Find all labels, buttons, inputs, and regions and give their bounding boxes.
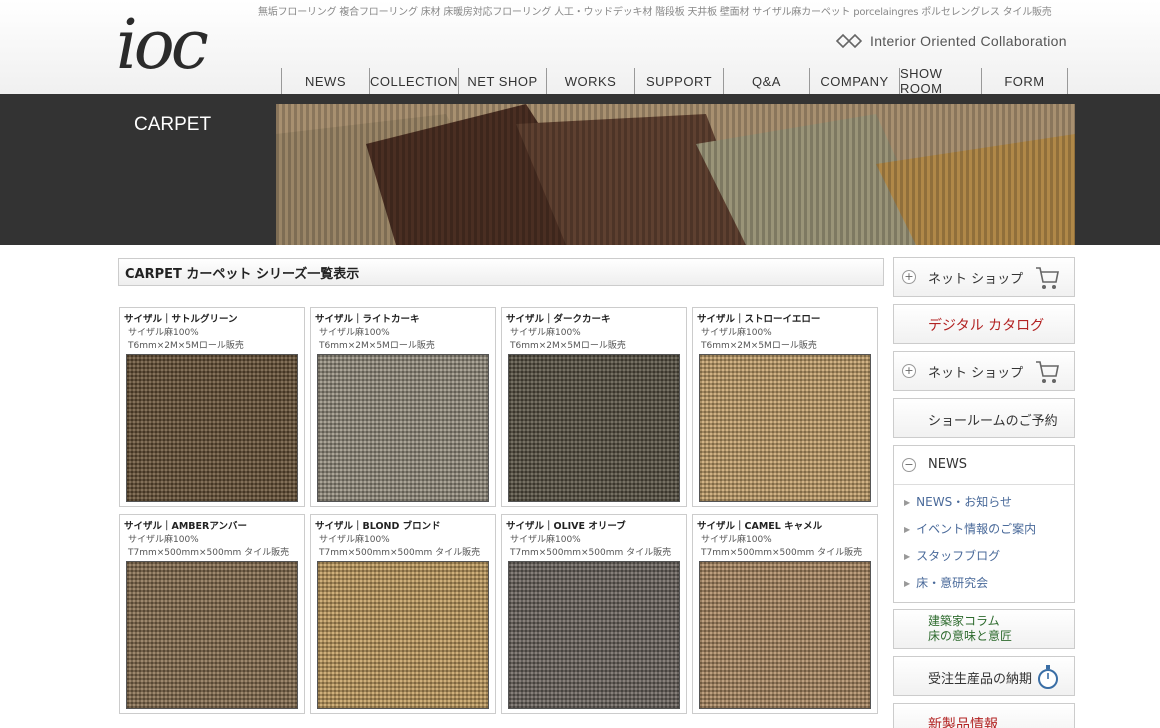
product-card[interactable]: サイザル｜ストローイエローサイザル麻100% T6mm×2M×5Mロール販売 [692, 307, 878, 507]
new-products-button[interactable]: 新製品情報 [893, 703, 1075, 728]
nav-item-works[interactable]: WORKS [546, 68, 634, 94]
product-card[interactable]: サイザル｜OLIVE オリーブサイザル麻100% T7mm×500mm×500mm… [501, 514, 687, 714]
product-spec: T6mm×2M×5Mロール販売 [319, 341, 435, 351]
net-shop-button-2[interactable]: + ネット ショップ [893, 351, 1075, 391]
nav-item-news[interactable]: NEWS [281, 68, 369, 94]
product-material: サイザル麻100% [319, 535, 390, 545]
product-material: サイザル麻100% [128, 328, 199, 338]
section-title: CARPET カーペット シリーズ一覧表示 [118, 258, 884, 286]
product-swatch-image[interactable] [508, 561, 680, 709]
product-material: サイザル麻100% [510, 328, 581, 338]
product-card[interactable]: サイザル｜ライトカーキサイザル麻100% T6mm×2M×5Mロール販売 [310, 307, 496, 507]
product-title[interactable]: サイザル｜ダークカーキ [506, 311, 611, 325]
banner-title: CARPET [134, 114, 212, 135]
product-spec: T7mm×500mm×500mm タイル販売 [128, 548, 290, 558]
column-line-1: 建築家コラム [928, 614, 1000, 628]
nav-item-company[interactable]: COMPANY [809, 68, 899, 94]
product-card[interactable]: サイザル｜ダークカーキサイザル麻100% T6mm×2M×5Mロール販売 [501, 307, 687, 507]
product-spec: T6mm×2M×5Mロール販売 [701, 341, 817, 351]
net-shop-label-1: ネット ショップ [928, 272, 1024, 287]
news-link-study-group[interactable]: 床・意研究会 [904, 574, 988, 591]
product-swatch-image[interactable] [126, 561, 298, 709]
company-tagline: Interior Oriented Collaboration [836, 33, 1067, 49]
news-panel: − NEWS NEWS・お知らせ イベント情報のご案内 スタッフブログ 床・意研… [893, 445, 1075, 603]
column-line-2: 床の意味と意匠 [928, 629, 1013, 643]
tagline-text: Interior Oriented Collaboration [870, 33, 1067, 49]
product-card[interactable]: サイザル｜CAMEL キャメルサイザル麻100% T7mm×500mm×500mm… [692, 514, 878, 714]
architect-column-button[interactable]: 建築家コラム 床の意味と意匠 [893, 609, 1075, 649]
product-material: サイザル麻100% [319, 328, 390, 338]
product-title[interactable]: サイザル｜AMBERアンバー [124, 518, 247, 532]
site-logo[interactable]: ioc [116, 2, 209, 90]
news-link-staff-blog[interactable]: スタッフブログ [904, 547, 1000, 564]
product-material: サイザル麻100% [128, 535, 199, 545]
product-title[interactable]: サイザル｜BLOND ブロンド [315, 518, 441, 532]
product-title[interactable]: サイザル｜CAMEL キャメル [697, 518, 822, 532]
product-title[interactable]: サイザル｜OLIVE オリーブ [506, 518, 626, 532]
diamond-logo-icon [836, 33, 862, 49]
plus-icon: + [902, 364, 916, 378]
minus-icon: − [902, 458, 916, 472]
lead-time-label: 受注生産品の納期 [928, 672, 1033, 687]
news-link-events[interactable]: イベント情報のご案内 [904, 520, 1036, 537]
product-swatch-image[interactable] [317, 354, 489, 502]
product-title[interactable]: サイザル｜ライトカーキ [315, 311, 420, 325]
shopping-cart-icon [1036, 267, 1059, 289]
digital-catalog-label: デジタル カタログ [928, 318, 1045, 334]
product-spec: T6mm×2M×5Mロール販売 [128, 341, 244, 351]
product-swatch-image[interactable] [699, 354, 871, 502]
product-card[interactable]: サイザル｜BLOND ブロンドサイザル麻100% T7mm×500mm×500mm… [310, 514, 496, 714]
main-nav: NEWS COLLECTION NET SHOP WORKS SUPPORT Q&A COM… [281, 66, 1068, 96]
product-material: サイザル麻100% [510, 535, 581, 545]
showroom-reservation-button[interactable]: ショールームのご予約 [893, 398, 1075, 438]
news-header: NEWS [928, 457, 968, 472]
nav-item-show-room[interactable]: SHOW ROOM [899, 66, 981, 96]
site-header: ioc 無垢フローリング 複合フローリング 床材 床暖房対応フローリング 人工・… [0, 0, 1160, 96]
product-material: サイザル麻100% [701, 535, 772, 545]
page-banner: CARPET [0, 94, 1160, 245]
nav-item-support[interactable]: SUPPORT [634, 68, 723, 94]
net-shop-label-2: ネット ショップ [928, 366, 1024, 381]
stopwatch-icon [1038, 665, 1058, 689]
nav-item-collection[interactable]: COLLECTION [369, 68, 458, 94]
nav-item-q-a[interactable]: Q&A [723, 68, 809, 94]
news-link-notices[interactable]: NEWS・お知らせ [904, 493, 1012, 510]
plus-icon: + [902, 270, 916, 284]
product-material: サイザル麻100% [701, 328, 772, 338]
showroom-label: ショールームのご予約 [928, 414, 1058, 429]
seo-keywords: 無垢フローリング 複合フローリング 床材 床暖房対応フローリング 人工・ウッドデ… [258, 7, 1052, 18]
carpet-banner-image [276, 104, 1075, 245]
product-swatch-image[interactable] [317, 561, 489, 709]
lead-time-button[interactable]: 受注生産品の納期 [893, 656, 1075, 696]
digital-catalog-button[interactable]: デジタル カタログ [893, 304, 1075, 344]
product-spec: T6mm×2M×5Mロール販売 [510, 341, 626, 351]
new-products-label: 新製品情報 [928, 717, 998, 728]
product-card[interactable]: サイザル｜AMBERアンバーサイザル麻100% T7mm×500mm×500mm … [119, 514, 305, 714]
product-spec: T7mm×500mm×500mm タイル販売 [701, 548, 863, 558]
product-spec: T7mm×500mm×500mm タイル販売 [510, 548, 672, 558]
product-swatch-image[interactable] [508, 354, 680, 502]
product-title[interactable]: サイザル｜ストローイエロー [697, 311, 820, 325]
product-swatch-image[interactable] [699, 561, 871, 709]
product-title[interactable]: サイザル｜サトルグリーン [124, 311, 238, 325]
nav-item-form[interactable]: FORM [981, 68, 1068, 94]
shopping-cart-icon [1036, 361, 1059, 383]
nav-item-net-shop[interactable]: NET SHOP [458, 68, 546, 94]
product-swatch-image[interactable] [126, 354, 298, 502]
net-shop-button-1[interactable]: + ネット ショップ [893, 257, 1075, 297]
product-spec: T7mm×500mm×500mm タイル販売 [319, 548, 481, 558]
product-card[interactable]: サイザル｜サトルグリーンサイザル麻100% T6mm×2M×5Mロール販売 [119, 307, 305, 507]
